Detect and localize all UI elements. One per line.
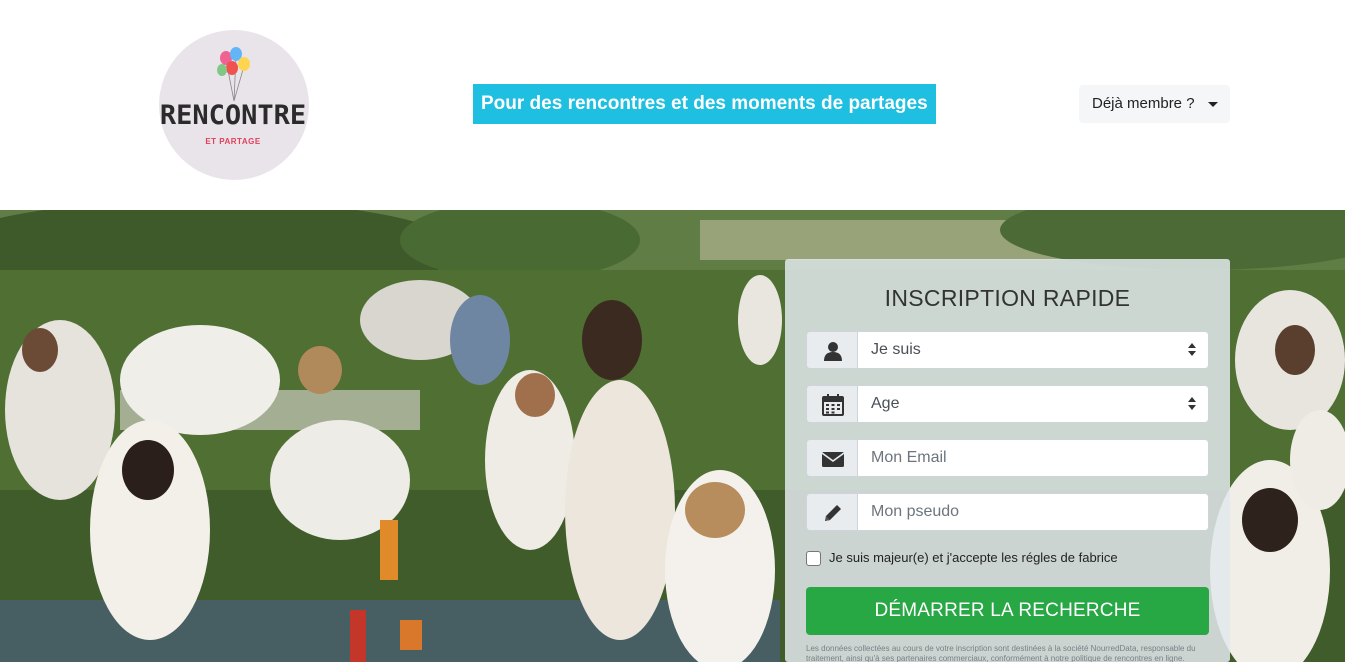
age-select-group: Age: [806, 385, 1209, 423]
pseudo-addon: [806, 493, 858, 531]
signup-title: INSCRIPTION RAPIDE: [884, 285, 1131, 311]
pencil-icon: [825, 505, 841, 521]
signup-panel: INSCRIPTION RAPIDE Je suis Age Mon Email…: [785, 259, 1230, 662]
email-addon: [806, 439, 858, 477]
envelope-icon: [822, 452, 844, 467]
age-addon: [806, 385, 858, 423]
caret-down-icon: [1208, 102, 1218, 107]
logo-wordmark: RENCONTRE: [159, 100, 307, 131]
member-login-label: Déjà membre ?: [1092, 95, 1195, 112]
user-icon: [824, 342, 842, 361]
email-field[interactable]: [857, 439, 1209, 477]
site-header: RENCONTRE ET PARTAGE Pour des rencontres…: [0, 0, 1345, 210]
balloons-icon: [217, 47, 250, 102]
tagline-banner: Pour des rencontres et des moments de pa…: [473, 84, 936, 124]
logo-subtitle: ET PARTAGE: [205, 137, 261, 146]
gender-addon: [806, 331, 858, 369]
pseudo-group: [806, 493, 1209, 531]
age-select-value: Age: [871, 395, 900, 412]
gender-select-group: Je suis: [806, 331, 1209, 369]
select-arrows-icon: [1188, 397, 1196, 411]
select-arrows-icon: [1188, 343, 1196, 357]
calendar-icon: [822, 394, 844, 416]
age-select[interactable]: Age: [857, 385, 1209, 423]
pseudo-field[interactable]: [857, 493, 1209, 531]
consent-checkbox[interactable]: [806, 551, 821, 566]
consent-label[interactable]: Je suis majeur(e) et j'accepte les régle…: [829, 550, 1118, 565]
start-search-button[interactable]: DÉMARRER LA RECHERCHE: [806, 587, 1209, 635]
legal-notice: Les données collectées au cours de votre…: [806, 644, 1196, 662]
site-logo[interactable]: RENCONTRE ET PARTAGE: [152, 30, 314, 180]
member-login-dropdown[interactable]: Déjà membre ?: [1079, 85, 1230, 123]
email-group: [806, 439, 1209, 477]
gender-select[interactable]: Je suis: [857, 331, 1209, 369]
gender-select-value: Je suis: [871, 341, 921, 358]
